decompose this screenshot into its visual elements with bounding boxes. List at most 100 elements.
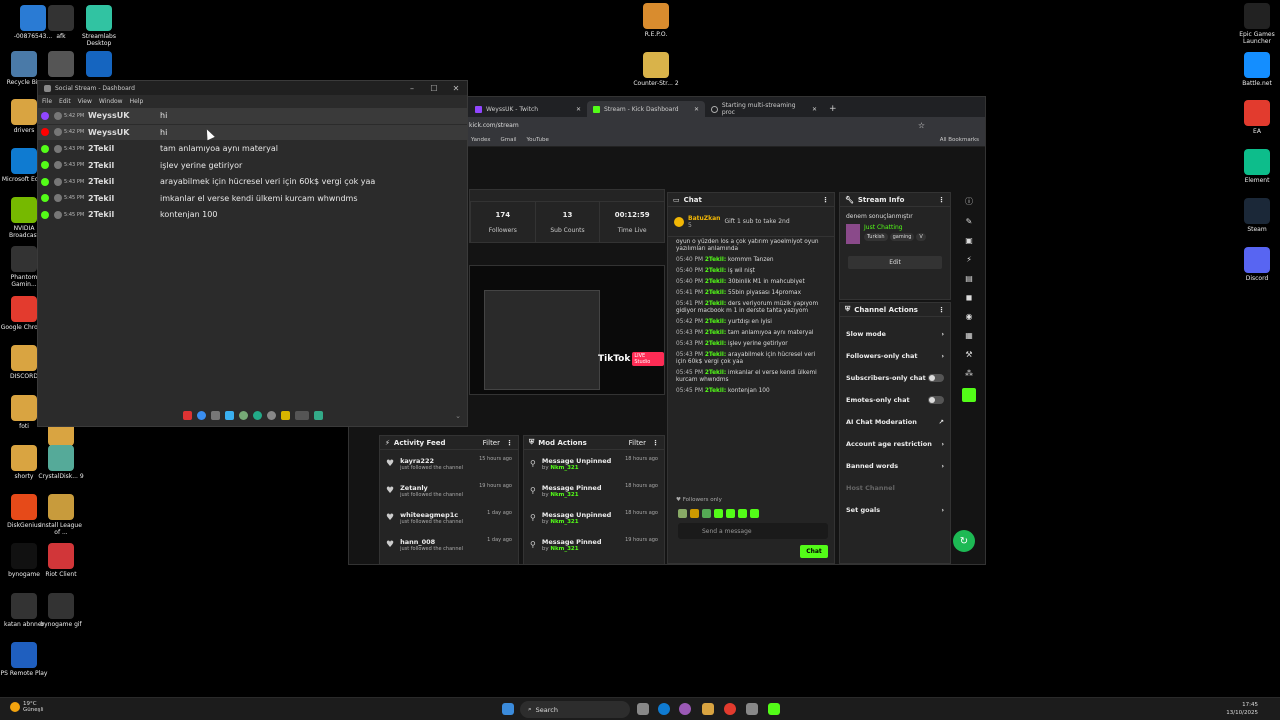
all-bookmarks[interactable]: All Bookmarks bbox=[940, 137, 979, 143]
channel-action-set-goals[interactable]: Set goals › bbox=[840, 499, 950, 521]
more-icon[interactable]: ⋮ bbox=[938, 306, 945, 314]
close-icon[interactable]: ✕ bbox=[576, 106, 581, 113]
menu-item-file[interactable]: File bbox=[42, 98, 52, 105]
filter-icon[interactable] bbox=[224, 410, 234, 420]
desktop-icon[interactable]: Discord bbox=[1233, 247, 1280, 282]
more-icon[interactable]: ⋮ bbox=[652, 439, 659, 447]
chat-message[interactable]: 05:41 PM 2Tekil: ders veriyorum müzik ya… bbox=[668, 299, 834, 317]
pinned-message[interactable]: BatuZkan 5 Gift 1 sub to take 2nd bbox=[668, 207, 834, 237]
emote-icon[interactable] bbox=[702, 509, 711, 518]
message-row[interactable]: 5:45 PM 2Tekil imkanlar el verse kendi ülk… bbox=[38, 191, 467, 207]
toggle-switch[interactable] bbox=[928, 396, 944, 404]
bolt-icon[interactable]: ⚡︎ bbox=[966, 255, 972, 264]
emoji-icon[interactable] bbox=[238, 410, 248, 420]
chat-message[interactable]: 05:43 PM 2Tekil: işlev yerine getiriyor bbox=[668, 339, 834, 350]
chat-message[interactable]: 05:41 PM 2Tekil: 55bin piyasası 14promax bbox=[668, 288, 834, 299]
chat-user[interactable]: 2Tekil: bbox=[705, 341, 726, 347]
message-row[interactable]: 5:43 PM 2Tekil tam anlamıyoa aynı materyal bbox=[38, 141, 467, 158]
emote-icon[interactable] bbox=[726, 509, 735, 518]
chat-user[interactable]: 2Tekil: bbox=[705, 370, 726, 376]
pencil-icon[interactable]: ✎ bbox=[966, 217, 973, 226]
refresh-icon[interactable] bbox=[252, 410, 262, 420]
edge-icon[interactable] bbox=[658, 703, 670, 715]
bookmark-youtube[interactable]: YouTube bbox=[527, 137, 549, 143]
channel-action-banned-words[interactable]: Banned words › bbox=[840, 455, 950, 477]
desktop-icon[interactable]: Battle.net bbox=[1233, 52, 1280, 87]
search-box[interactable]: ⌕ Search bbox=[520, 701, 630, 718]
chat-user[interactable]: 2Tekil: bbox=[705, 301, 726, 307]
chat-message[interactable]: 05:45 PM 2Tekil: kontenjan 100 bbox=[668, 386, 834, 397]
broadcast-icon[interactable]: ◉ bbox=[966, 312, 973, 321]
channel-action-emotes-only-chat[interactable]: Emotes-only chat bbox=[840, 389, 950, 411]
chat-message[interactable]: 05:42 PM 2Tekil: yurtdışı en iyisi bbox=[668, 317, 834, 328]
toggle-switch[interactable] bbox=[928, 374, 944, 382]
channel-action-subscribers-only-chat[interactable]: Subscribers-only chat bbox=[840, 367, 950, 389]
minimize-icon[interactable]: – bbox=[401, 84, 423, 93]
desktop-icon[interactable]: EA bbox=[1233, 100, 1280, 135]
more-icon[interactable]: ⋮ bbox=[938, 196, 945, 204]
tab-kick-dashboard[interactable]: Stream - Kick Dashboard ✕ bbox=[587, 101, 705, 117]
mod-action-item[interactable]: ⚲ Message Pinned by Nkm_321 19 hours ago bbox=[524, 531, 664, 558]
layout-icon[interactable]: ▦ bbox=[965, 331, 973, 340]
close-icon[interactable]: ✕ bbox=[445, 84, 467, 93]
more-icon[interactable]: ⋮ bbox=[506, 439, 513, 447]
mod-action-item[interactable]: ⚲ Message Unpinned by Nkm_321 18 hours ago bbox=[524, 450, 664, 477]
mod-action-user[interactable]: Nkm_321 bbox=[550, 546, 578, 552]
doc-icon[interactable]: ▤ bbox=[965, 274, 973, 283]
emote-icon[interactable] bbox=[690, 509, 699, 518]
chat-user[interactable]: 2Tekil: bbox=[705, 257, 726, 263]
emote-icon[interactable] bbox=[678, 509, 687, 518]
chat-message[interactable]: 05:45 PM 2Tekil: imkanlar el verse kendi… bbox=[668, 368, 834, 386]
close-icon[interactable]: ✕ bbox=[812, 106, 817, 113]
activity-item[interactable]: ♥ hann_008 just followed the channel 1 day … bbox=[380, 531, 518, 558]
bookmark-gmail[interactable]: Gmail bbox=[501, 137, 517, 143]
emote-icon[interactable] bbox=[738, 509, 747, 518]
copilot-icon[interactable] bbox=[679, 703, 691, 715]
channel-action-followers-only-chat[interactable]: Followers-only chat › bbox=[840, 345, 950, 367]
nodes-icon[interactable]: ⁂ bbox=[965, 369, 973, 378]
desktop-icon[interactable]: bynogame gif bbox=[37, 593, 85, 628]
tab-twitch[interactable]: WeyssUK - Twitch ✕ bbox=[469, 101, 587, 117]
filter-button[interactable]: Filter bbox=[483, 439, 500, 447]
mod-action-user[interactable]: Nkm_321 bbox=[550, 492, 578, 498]
mod-action-item[interactable]: ⚲ Message Pinned by Nkm_321 18 hours ago bbox=[524, 477, 664, 504]
edit-button[interactable]: Edit bbox=[848, 256, 942, 269]
chat-icon[interactable] bbox=[196, 410, 206, 420]
message-row[interactable]: 5:45 PM 2Tekil kontenjan 100 bbox=[38, 207, 467, 224]
message-row[interactable]: 5:43 PM 2Tekil işlev yerine getiriyor bbox=[38, 158, 467, 174]
start-icon[interactable] bbox=[502, 703, 514, 715]
chat-message[interactable]: 05:40 PM 2Tekil: 30binlik M1 in mahcubiy… bbox=[668, 277, 834, 288]
chat-send-button[interactable]: Chat bbox=[800, 545, 828, 558]
mod-action-item[interactable]: ⚲ Message Unpinned by Nkm_321 18 hours ago bbox=[524, 504, 664, 531]
collapse-icon[interactable]: ⌄ bbox=[455, 412, 461, 420]
emote-icon[interactable] bbox=[714, 509, 723, 518]
weather-widget[interactable]: 19°C Güneşli bbox=[10, 701, 44, 713]
info-icon[interactable]: ⓘ bbox=[965, 196, 973, 207]
chat-user[interactable]: 2Tekil: bbox=[705, 290, 726, 296]
more-icon[interactable]: ⋮ bbox=[822, 196, 829, 204]
tool-icon[interactable]: ▣ bbox=[965, 236, 973, 245]
message-row[interactable]: 5:42 PM WeyssUK hi bbox=[38, 124, 467, 141]
desktop-icon[interactable]: Streamlabs Desktop bbox=[75, 5, 123, 47]
chat-bubble-icon[interactable]: ◼ bbox=[966, 293, 973, 302]
refresh-fab[interactable]: ↻ bbox=[953, 530, 975, 552]
clock[interactable]: 17:45 13/10/2025 bbox=[1226, 701, 1258, 717]
desktop-icon[interactable]: CrystalDisk... 9 bbox=[37, 445, 85, 480]
star-icon[interactable]: ☆ bbox=[918, 121, 925, 130]
desktop-icon[interactable]: Element bbox=[1233, 149, 1280, 184]
file-explorer-icon[interactable] bbox=[702, 703, 714, 715]
keyboard-icon[interactable] bbox=[294, 410, 309, 420]
chat-user[interactable]: 2Tekil: bbox=[705, 330, 726, 336]
desktop-icon[interactable] bbox=[75, 51, 123, 79]
activity-item[interactable]: ♥ Zetanly just followed the channel 19 hour… bbox=[380, 477, 518, 504]
maximize-icon[interactable]: ☐ bbox=[423, 84, 445, 93]
chat-message[interactable]: oyun o yüzden los a çok yatırım yaoelmiy… bbox=[668, 237, 834, 255]
desktop-icon[interactable]: Counter-Str... 2 bbox=[632, 52, 680, 87]
kick-taskbar-icon[interactable] bbox=[768, 703, 780, 715]
channel-action-slow-mode[interactable]: Slow mode › bbox=[840, 323, 950, 345]
new-tab-icon[interactable]: + bbox=[823, 104, 843, 117]
chat-message[interactable]: 05:40 PM 2Tekil: kommm Tanzen bbox=[668, 255, 834, 266]
emote-icon[interactable] bbox=[750, 509, 759, 518]
chat-message[interactable]: 05:43 PM 2Tekil: tam anlamıyoa aynı mate… bbox=[668, 328, 834, 339]
mod-action-user[interactable]: Nkm_321 bbox=[550, 519, 578, 525]
